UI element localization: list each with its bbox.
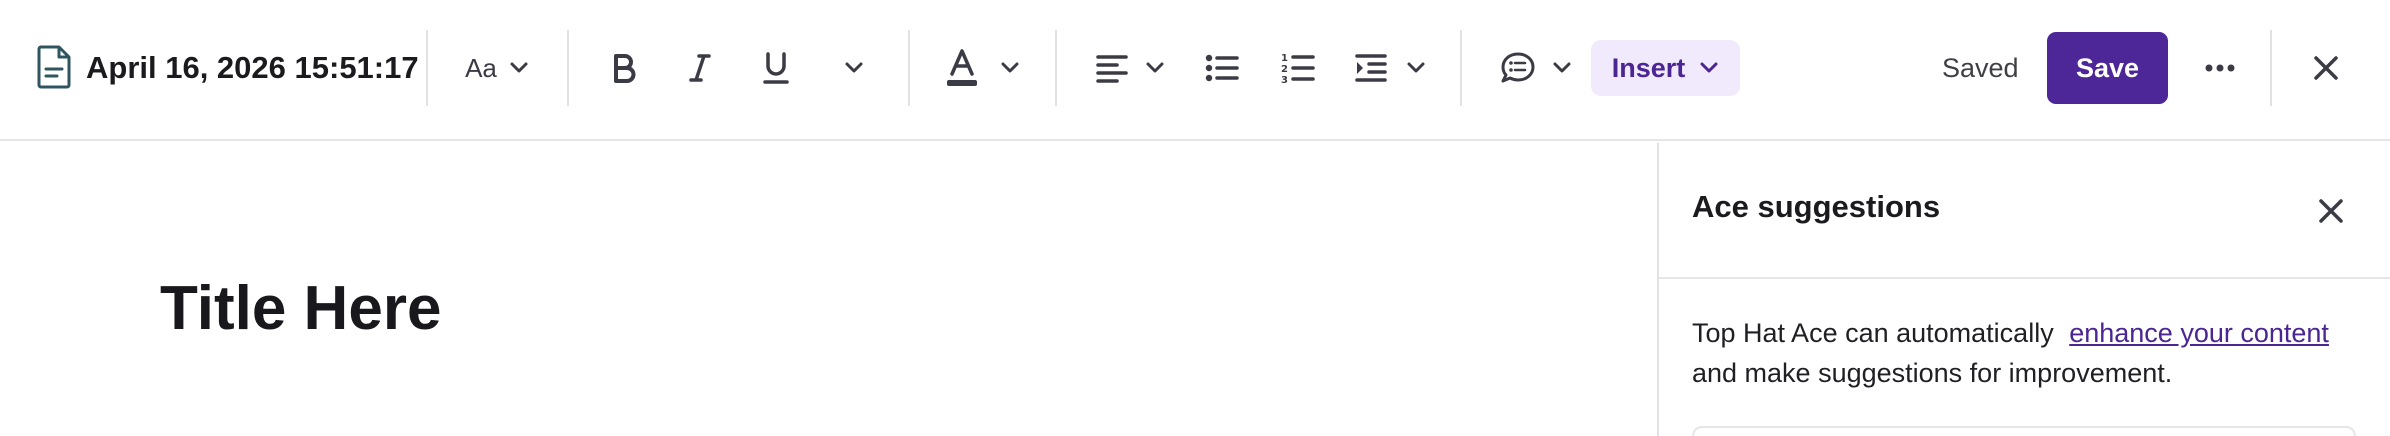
close-panel-button[interactable]	[2309, 189, 2353, 233]
more-formatting-dropdown[interactable]	[838, 42, 870, 94]
toolbar-divider	[1055, 30, 1057, 106]
chevron-down-icon	[1700, 62, 1718, 73]
toolbar-divider	[567, 30, 569, 106]
page-title[interactable]: Title Here	[160, 273, 441, 344]
chevron-down-icon	[1407, 62, 1425, 73]
save-button[interactable]: Save	[2047, 32, 2168, 104]
indent-dropdown[interactable]	[1354, 42, 1426, 94]
text-color-dropdown[interactable]	[944, 42, 1020, 94]
italic-icon	[689, 54, 711, 82]
numbered-list-button[interactable]: 123	[1278, 42, 1318, 94]
svg-text:2: 2	[1281, 64, 1288, 75]
chevron-down-icon	[1553, 62, 1571, 73]
close-icon	[2319, 199, 2343, 223]
chevron-down-icon	[1146, 62, 1164, 73]
align-left-icon	[1096, 55, 1128, 83]
toolbar-divider	[1460, 30, 1462, 106]
chevron-down-icon	[510, 62, 528, 73]
comment-dropdown[interactable]	[1500, 42, 1572, 94]
toolbar-divider	[2270, 30, 2272, 106]
italic-button[interactable]	[678, 42, 722, 94]
indent-icon	[1355, 54, 1387, 82]
suggestion-card[interactable]	[1692, 426, 2356, 436]
close-icon	[2314, 56, 2338, 80]
svg-text:1: 1	[1281, 53, 1288, 64]
underline-button[interactable]	[754, 42, 798, 94]
ace-suggestions-panel: Ace suggestions Top Hat Ace can automati…	[1657, 143, 2390, 436]
bullet-list-button[interactable]	[1202, 42, 1242, 94]
svg-text:3: 3	[1281, 75, 1288, 85]
insert-label: Insert	[1611, 52, 1686, 83]
more-icon	[2205, 64, 2235, 72]
chevron-down-icon	[845, 62, 863, 73]
font-style-dropdown[interactable]: Aa	[462, 42, 532, 94]
bold-icon	[614, 54, 636, 83]
underline-icon	[763, 52, 789, 84]
close-editor-button[interactable]	[2304, 46, 2348, 90]
enhance-content-link[interactable]: enhance your content	[2069, 318, 2329, 348]
toolbar-divider	[426, 30, 428, 106]
bullet-list-icon	[1205, 54, 1239, 82]
text-color-icon	[947, 49, 977, 86]
document-title[interactable]: April 16, 2026 15:51:17	[86, 46, 419, 90]
panel-header: Ace suggestions	[1659, 143, 2390, 279]
comment-icon	[1501, 52, 1535, 83]
toolbar-divider	[908, 30, 910, 106]
numbered-list-icon: 123	[1281, 53, 1315, 85]
editor-canvas[interactable]: Title Here	[0, 143, 1657, 436]
bold-button[interactable]	[602, 42, 646, 94]
chevron-down-icon	[1001, 62, 1019, 73]
insert-dropdown[interactable]: Insert	[1591, 40, 1740, 96]
alignment-dropdown[interactable]	[1095, 42, 1165, 94]
panel-description-text-continued: and make suggestions for improvement.	[1692, 358, 2173, 388]
document-icon	[36, 44, 72, 90]
panel-description-text: Top Hat Ace can automatically	[1692, 318, 2054, 348]
editor-toolbar: April 16, 2026 15:51:17 Aa 123 Insert Sa…	[0, 0, 2390, 141]
panel-description: Top Hat Ace can automatically enhance yo…	[1692, 313, 2352, 393]
panel-title: Ace suggestions	[1692, 189, 1941, 224]
font-style-label: Aa	[465, 52, 497, 83]
more-options-button[interactable]	[2196, 46, 2244, 90]
saved-status: Saved	[1942, 52, 2019, 83]
